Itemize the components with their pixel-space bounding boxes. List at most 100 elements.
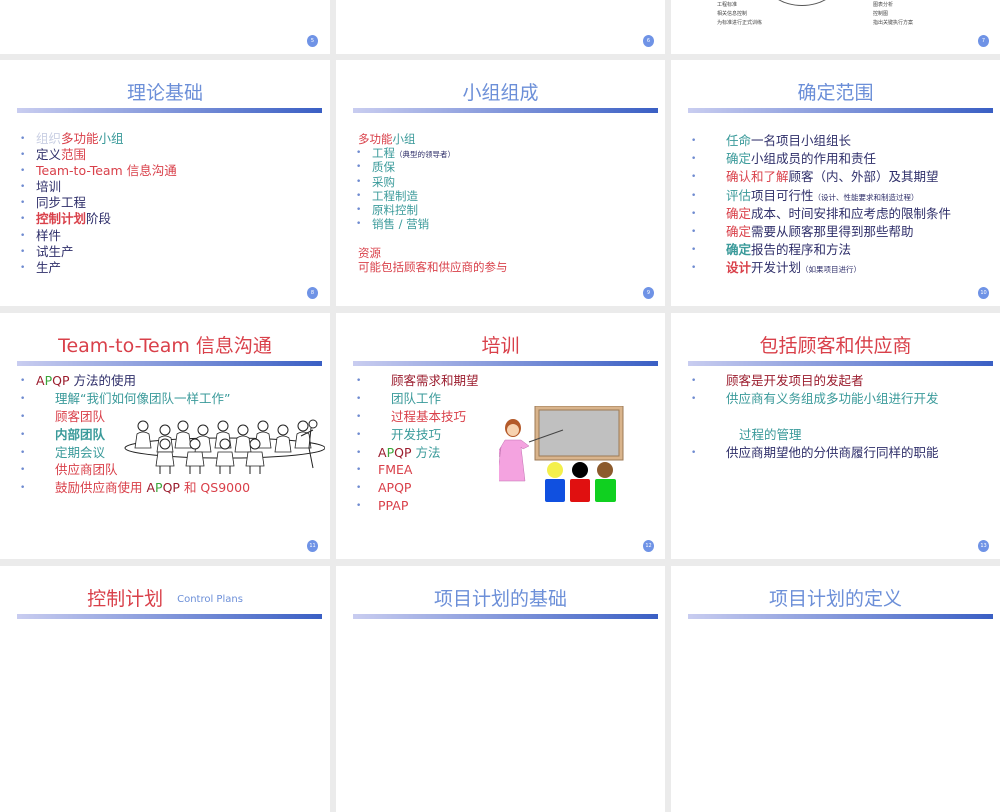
slide-title-text: 确定范围 <box>797 82 874 104</box>
slide-title-text: 控制计划 <box>87 588 164 610</box>
slide-thumbnail[interactable]: 理论基础 • 组织多功能小组 • 定义范围 • Team-to-Team 信息沟通 • 培训 • 同… <box>0 60 330 306</box>
bullet-item: • 控制计划阶段 <box>0 211 330 227</box>
slide-thumbnail[interactable]: 项目计划的定义 <box>671 566 1000 812</box>
diagram-label: 工程标准 <box>717 2 738 8</box>
text-run: 顾客（内、外部）及其期望 <box>788 169 939 185</box>
text-run: 质保 <box>372 160 395 175</box>
text-run: 工程 <box>372 146 395 161</box>
slide-number-badge: 13 <box>978 540 989 552</box>
bullet-text: 确认和了解顾客（内、外部）及其期望 <box>726 169 939 185</box>
text-run: 小组 <box>98 131 124 146</box>
bullet-icon: • <box>356 190 362 201</box>
bullet-text: 生产 <box>36 260 61 276</box>
bullet-item: 多功能小组 <box>336 132 665 146</box>
bullet-text: APQP 方法 <box>378 445 440 461</box>
bullet-item: • 确定报告的程序和方法 <box>671 242 1000 260</box>
bullet-text: 鼓励供应商使用 APQP 和 QS9000 <box>55 480 250 496</box>
slide-diagram-labels: 工程标准相关信息控制为标准进行正式训练 <box>717 1 762 28</box>
slide-title: 项目计划的定义 <box>671 586 1000 612</box>
bullet-item: • 供应商有义务组成多功能小组进行开发 <box>671 391 1000 409</box>
bullet-item: • 确定小组成员的作用和责任 <box>671 151 1000 169</box>
title-underline <box>688 614 993 619</box>
bullet-icon: • <box>20 198 26 209</box>
slide-number-badge: 11 <box>307 540 318 552</box>
bullet-icon: • <box>356 465 362 476</box>
title-underline <box>17 108 322 113</box>
slide-number-badge: 9 <box>643 287 654 299</box>
bullet-text: 原料控制 <box>372 203 418 217</box>
slide-title: 包括顾客和供应商 <box>671 333 1000 359</box>
bullet-icon: • <box>356 501 362 512</box>
diagram-label: 为标准进行正式训练 <box>717 20 763 26</box>
text-run: 项目可行性 <box>751 187 814 203</box>
slide-thumbnail[interactable]: 5 <box>0 0 330 54</box>
text-run: 资源 <box>358 245 381 260</box>
slide-number-badge: 6 <box>643 35 654 47</box>
diagram-label: 相关信息控制 <box>717 11 748 17</box>
text-run: 开发计划 <box>751 260 802 276</box>
bullet-icon: • <box>20 483 26 494</box>
bullet-text: 团队工作 <box>391 391 441 407</box>
text-run: 理解“我们如何像团队一样工作” <box>55 390 231 406</box>
bullet-text: 样件 <box>36 228 61 244</box>
bullet-item: • 样件 <box>0 228 330 244</box>
text-run: A <box>36 373 45 388</box>
title-underline <box>688 108 993 113</box>
bullet-icon: • <box>356 447 362 458</box>
slide-thumbnail[interactable]: 包括顾客和供应商 • 顾客是开发项目的发起者 • 供应商有义务组成多功能小组进行开发 过程… <box>671 313 1000 559</box>
bullet-text: 顾客团队 <box>55 409 105 425</box>
slide-thumbnail[interactable]: 工程标准 相关信息控制 为标准进行正式训练 图表分析 控制图 指出关键执行方案 7 <box>671 0 1000 54</box>
bullet-text: 供应商团队 <box>55 462 118 478</box>
text-run: P <box>44 373 53 388</box>
bullet-icon: • <box>356 219 362 230</box>
bullet-icon: • <box>691 226 697 237</box>
bullet-icon: • <box>356 411 362 422</box>
slide-thumbnail[interactable]: 6 <box>336 0 665 54</box>
slide-subtitle: Control Plans <box>177 593 243 605</box>
bullet-icon: • <box>356 483 362 494</box>
text-run: 成本、时间安排和应考虑的限制条件 <box>751 205 952 221</box>
slide-thumbnail[interactable]: 小组组成 多功能小组 • 工程（典型的领导者） • 质保 • 采购 • 工程制造 • 原料控制 • 销售 … <box>336 60 665 306</box>
slide-bullets: 多功能小组 • 工程（典型的领导者） • 质保 • 采购 • 工程制造 • 原料控制 • 销售 / 营销… <box>336 132 665 274</box>
text-run: APQP <box>378 480 412 496</box>
bullet-item: • 质保 <box>336 160 665 174</box>
slide-thumbnail[interactable]: 确定范围 • 任命一名项目小组组长 • 确定小组成员的作用和责任 • 确认和了解顾客（内、外… <box>671 60 1000 306</box>
bullet-item: • 采购 <box>336 175 665 189</box>
bullet-text: 顾客需求和期望 <box>391 373 479 389</box>
slide-thumbnail[interactable]: 培训 • 顾客需求和期望 • 团队工作 • 过程基本技巧 • 开发技巧 • APQP 方法 • FMEA… <box>336 313 665 559</box>
text-run: 范围 <box>61 147 87 163</box>
text-run: 多功能 <box>358 132 393 146</box>
bullet-icon: • <box>356 176 362 187</box>
diagram-label: 控制图 <box>873 11 889 17</box>
text-run: （典型的领导者） <box>395 150 455 160</box>
bullet-text: 定义范围 <box>36 147 86 163</box>
bullet-text: 过程基本技巧 <box>391 409 466 425</box>
text-run: 培训 <box>36 179 62 195</box>
bullet-item: • 设计开发计划（如果项目进行） <box>671 260 1000 278</box>
slide-thumbnail[interactable]: 项目计划的基础 <box>336 566 665 812</box>
bullet-text: 开发技巧 <box>391 427 441 443</box>
bullet-icon: • <box>691 154 697 165</box>
slide-title-text: Team-to-Team 信息沟通 <box>58 335 272 357</box>
slide-thumbnail[interactable]: 控制计划 Control Plans <box>0 566 330 812</box>
team-meeting-illustration <box>124 419 326 474</box>
text-run: 确定 <box>726 205 752 221</box>
text-run: 工程制造 <box>372 188 418 203</box>
bullet-text: 供应商期望他的分供商履行同样的职能 <box>726 445 939 461</box>
bullet-icon: • <box>691 376 697 386</box>
bullet-icon: • <box>691 208 697 219</box>
text-run: 设计 <box>726 260 752 276</box>
text-run: 确定 <box>726 223 752 239</box>
text-run: 确定 <box>726 151 752 167</box>
bullet-text: 设计开发计划（如果项目进行） <box>726 260 861 278</box>
bullet-text: PPAP <box>378 498 408 514</box>
bullet-text: 任命一名项目小组组长 <box>726 133 851 149</box>
bullet-text: 内部团队 <box>55 427 105 443</box>
text-run: QP <box>52 373 70 388</box>
bullet-item: • 试生产 <box>0 244 330 260</box>
text-run: 控制计划 <box>36 211 87 227</box>
bullet-text: Team-to-Team 信息沟通 <box>36 163 177 179</box>
bullet-item: • 同步工程 <box>0 195 330 211</box>
slide-thumbnail[interactable]: Team-to-Team 信息沟通 • APQP 方法的使用 • 理解“我们如何像团队一… <box>0 313 330 559</box>
title-underline <box>17 361 322 366</box>
